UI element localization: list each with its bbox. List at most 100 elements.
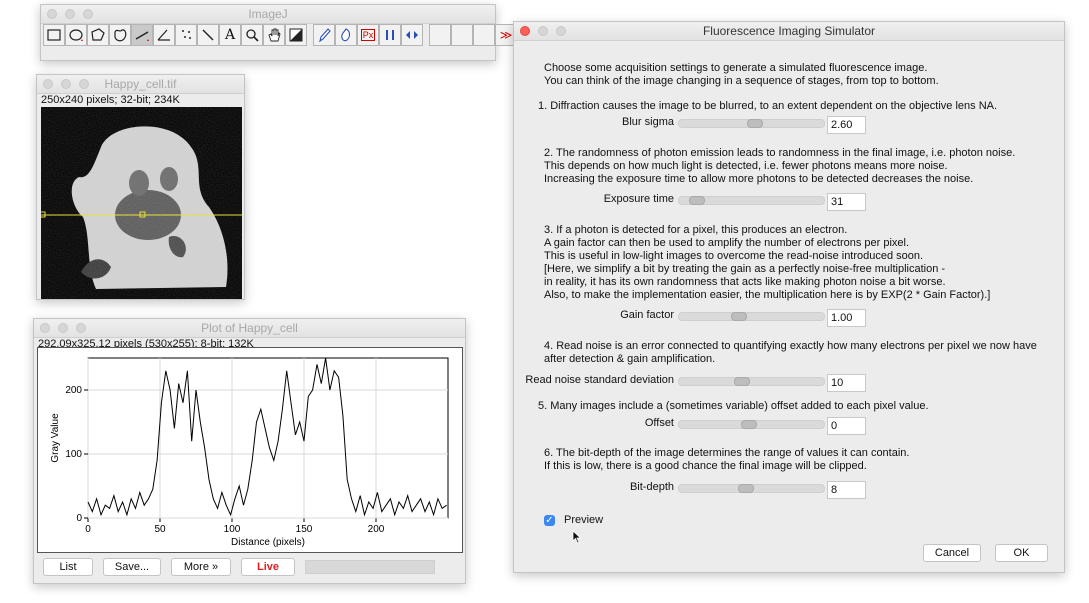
- hand-icon: [268, 28, 281, 42]
- cancel-button[interactable]: Cancel: [923, 544, 981, 562]
- imagej-title: ImageJ: [248, 7, 288, 21]
- section-3-line-3: This is useful in low-light images to ov…: [544, 250, 924, 262]
- more-tools-icon: ≫: [499, 28, 513, 42]
- close-button[interactable]: [47, 9, 57, 19]
- plot-frame: 0 50 100 150 200 0 100 200 Distance (pixels) Gray…: [37, 347, 463, 553]
- flip-icon: [386, 30, 394, 40]
- simulator-titlebar: Fluorescence Imaging Simulator: [514, 22, 1064, 41]
- rectangle-tool[interactable]: [43, 24, 65, 46]
- simulator-title: Fluorescence Imaging Simulator: [702, 24, 876, 38]
- oval-tool[interactable]: [65, 24, 87, 46]
- empty-tool-slot: [451, 24, 473, 46]
- exposure-time-label: Exposure time: [603, 193, 674, 205]
- slider-knob[interactable]: [741, 420, 757, 429]
- minimize-button[interactable]: [538, 26, 548, 36]
- read-noise-slider[interactable]: [678, 377, 825, 386]
- close-button[interactable]: [520, 26, 530, 36]
- align-icon: [406, 31, 418, 39]
- minimize-button[interactable]: [58, 323, 68, 333]
- cell-image-canvas: [39, 107, 242, 299]
- offset-field[interactable]: 0: [827, 417, 866, 435]
- color-picker-tool[interactable]: [285, 24, 307, 46]
- y-tick-label: 200: [65, 385, 82, 396]
- exposure-time-slider[interactable]: [678, 196, 825, 205]
- x-tick-label: 200: [368, 524, 385, 535]
- exposure-time-field[interactable]: 31: [827, 193, 866, 211]
- y-tick-label: 100: [65, 449, 82, 460]
- cell-image[interactable]: [39, 107, 242, 299]
- blur-sigma-field[interactable]: 2.60: [827, 116, 866, 134]
- oval-icon: [69, 29, 83, 41]
- minimize-button[interactable]: [65, 9, 75, 19]
- y-axis-label: Gray Value: [50, 413, 61, 463]
- section-2-line-3: Increasing the exposure time to allow mo…: [544, 173, 974, 185]
- bit-depth-label: Bit-depth: [629, 481, 674, 493]
- profile-plot: 0 50 100 150 200 0 100 200 Distance (pixels) Gray…: [50, 357, 449, 548]
- read-noise-field[interactable]: 10: [827, 374, 866, 392]
- preview-label: Preview: [564, 514, 604, 526]
- bit-depth-slider[interactable]: [678, 484, 825, 493]
- section-3-line-5: in reality, it has its own randomness th…: [544, 276, 946, 288]
- slider-knob[interactable]: [738, 484, 754, 493]
- save-button[interactable]: Save...: [103, 558, 161, 576]
- wand-tool[interactable]: [197, 24, 219, 46]
- image-window: Happy_cell.tif 250x240 pixels; 32-bit; 2…: [36, 74, 245, 300]
- section-5-text: 5. Many images include a (sometimes vari…: [538, 400, 929, 412]
- brush-icon: [341, 28, 351, 42]
- brush-tool[interactable]: [335, 24, 357, 46]
- magnifier-icon: [246, 29, 259, 42]
- plot-buttons: List Save... More » Live: [43, 558, 435, 576]
- freehand-tool[interactable]: [109, 24, 131, 46]
- magnifier-tool[interactable]: [241, 24, 263, 46]
- section-1-text: 1. Diffraction causes the image to be bl…: [538, 100, 998, 112]
- align-tool[interactable]: [401, 24, 423, 46]
- slider-knob[interactable]: [731, 312, 747, 321]
- zoom-button[interactable]: [79, 79, 89, 89]
- pencil-icon: [319, 28, 331, 43]
- polygon-tool[interactable]: [87, 24, 109, 46]
- rectangle-icon: [47, 29, 61, 41]
- image-title: Happy_cell.tif: [104, 77, 177, 91]
- slider-knob[interactable]: [747, 119, 763, 128]
- section-3-line-6: Also, to make the implementation easier,…: [544, 289, 991, 301]
- zoom-button[interactable]: [556, 26, 566, 36]
- freehand-icon: [114, 29, 127, 42]
- zoom-button[interactable]: [76, 323, 86, 333]
- section-6-line-2: If this is low, there is a good chance t…: [544, 460, 867, 472]
- straight-line-tool[interactable]: [131, 24, 153, 46]
- gain-factor-slider[interactable]: [678, 312, 825, 321]
- list-button[interactable]: List: [43, 558, 93, 576]
- plot-window: Plot of Happy_cell 292.09x325.12 pixels …: [33, 318, 466, 584]
- close-button[interactable]: [43, 79, 53, 89]
- close-button[interactable]: [40, 323, 50, 333]
- minimize-button[interactable]: [61, 79, 71, 89]
- simulator-dialog: Fluorescence Imaging Simulator Choose so…: [513, 21, 1065, 573]
- plot-status-bar: [305, 560, 435, 574]
- slider-knob[interactable]: [689, 196, 705, 205]
- hand-tool[interactable]: [263, 24, 285, 46]
- bit-depth-field[interactable]: 8: [827, 481, 866, 499]
- offset-slider[interactable]: [678, 420, 825, 429]
- gain-factor-field[interactable]: 1.00: [827, 309, 866, 327]
- multipoint-tool[interactable]: [175, 24, 197, 46]
- plot-area: [87, 357, 449, 519]
- preview-checkbox[interactable]: ✓: [544, 515, 555, 526]
- more-button[interactable]: More »: [171, 558, 231, 576]
- slider-knob[interactable]: [734, 377, 750, 386]
- mouse-cursor-icon: [572, 530, 582, 544]
- section-4-line-2: after detection & gain amplification.: [544, 353, 716, 365]
- ok-button[interactable]: OK: [995, 544, 1048, 562]
- pixel-inspector-tool[interactable]: Px: [357, 24, 379, 46]
- zoom-button[interactable]: [83, 9, 93, 19]
- pencil-tool[interactable]: [313, 24, 335, 46]
- blur-sigma-slider[interactable]: [678, 119, 825, 128]
- section-3-line-1: 3. If a photon is detected for a pixel, …: [544, 224, 848, 236]
- flip-tool[interactable]: [379, 24, 401, 46]
- text-tool[interactable]: A: [219, 24, 241, 46]
- wand-icon: [202, 29, 214, 41]
- tool-row: A Px ≫: [43, 24, 517, 48]
- section-6-line-1: 6. The bit-depth of the image determines…: [544, 447, 910, 459]
- live-button[interactable]: Live: [241, 558, 295, 576]
- x-tick-label: 50: [154, 524, 166, 535]
- angle-tool[interactable]: [153, 24, 175, 46]
